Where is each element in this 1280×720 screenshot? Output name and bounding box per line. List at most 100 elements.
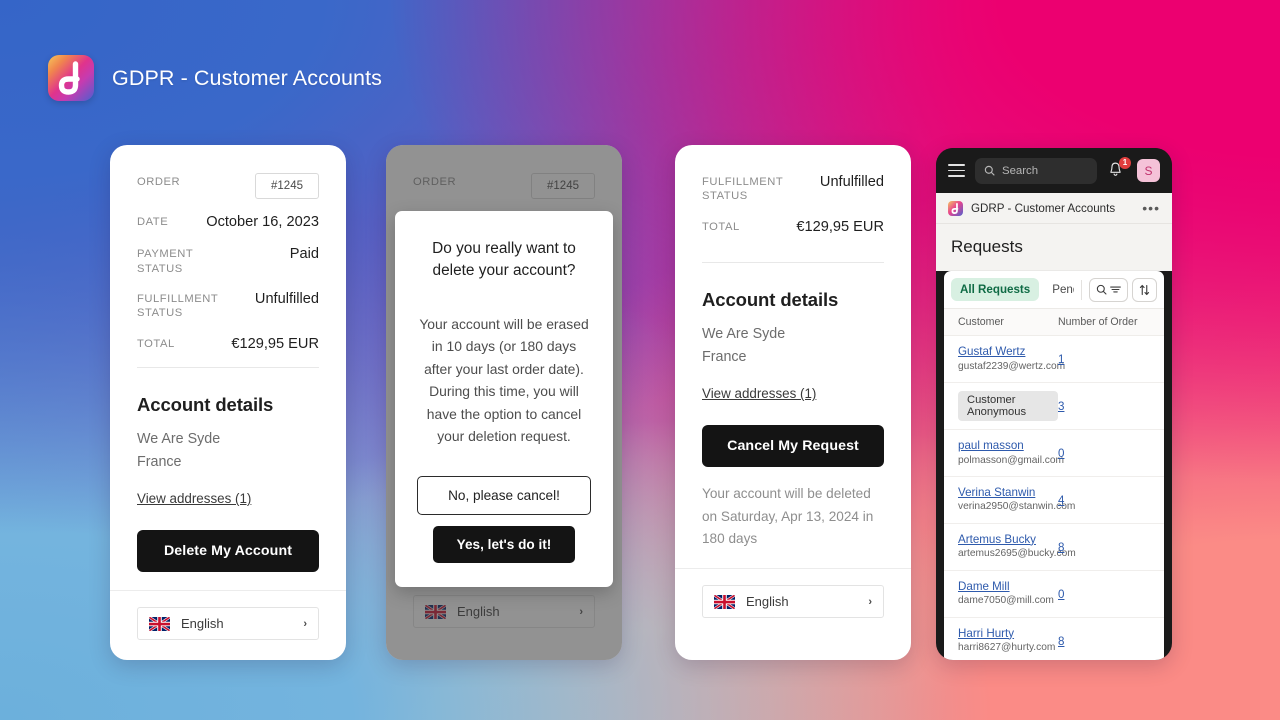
menu-icon[interactable]	[948, 164, 965, 177]
phone-card-admin-dashboard: Search 1 S GDRP - Customer Accounts ••• …	[936, 148, 1172, 660]
order-count-link[interactable]: 3	[1058, 400, 1064, 413]
toolbar-divider	[1081, 279, 1082, 300]
account-details-heading: Account details	[137, 393, 274, 415]
order-row-payment-status: PAYMENT STATUS Paid	[137, 245, 319, 276]
payment-status-value: Paid	[289, 246, 319, 263]
divider-3	[702, 261, 884, 263]
account-details-heading-3: Account details	[702, 288, 839, 310]
language-label: English	[181, 616, 224, 632]
customer-name-link[interactable]: Dame Mill	[958, 579, 1058, 595]
fulfillment-status-label: FULFILLMENT STATUS	[137, 292, 219, 320]
customer-email: artemus2695@bucky.com	[958, 548, 1076, 560]
table-row[interactable]: Artemus Bucky artemus2695@bucky.com 8	[944, 524, 1164, 571]
date-value: October 16, 2023	[206, 214, 319, 230]
table-row[interactable]: Gustaf Wertz gustaf2239@wertz.com 1	[944, 336, 1164, 383]
view-addresses-link-3[interactable]: View addresses (1)	[702, 386, 816, 401]
customer-cell: paul masson polmasson@gmail.com	[958, 438, 1064, 468]
page-header: GDPR - Customer Accounts	[48, 55, 382, 101]
phone-card-delete-confirmation: ORDER #1245 DATE October 16, 2023 Englis…	[386, 145, 622, 660]
divider	[137, 366, 319, 368]
tab-pending[interactable]: Pending	[1043, 278, 1074, 301]
sort-icon	[1139, 284, 1150, 295]
fulfillment-status-value-3: Unfulfilled	[819, 174, 884, 190]
notification-badge: 1	[1119, 156, 1131, 169]
orders-cell: 0	[1058, 585, 1150, 603]
uk-flag-icon	[149, 616, 170, 631]
customer-name-link[interactable]: Harri Hurty	[958, 626, 1058, 642]
order-label: ORDER	[137, 176, 181, 188]
app-name: GDRP - Customer Accounts	[971, 201, 1116, 215]
notifications-button[interactable]: 1	[1107, 156, 1131, 181]
search-input[interactable]: Search	[975, 157, 1097, 184]
modal-title: Do you really want to delete your accoun…	[432, 240, 576, 280]
order-count-link[interactable]: 8	[1058, 635, 1064, 648]
fulfillment-status-label-3: FULFILLMENT STATUS	[702, 176, 784, 203]
total-label-3: TOTAL	[702, 220, 740, 233]
customer-cell: Customer Anonymous	[958, 390, 1058, 421]
order-row-date: DATE October 16, 2023	[137, 213, 319, 231]
table-row[interactable]: Harri Hurty harri8627@hurty.com 8	[944, 618, 1164, 660]
customer-email: gustaf2239@wertz.com	[958, 360, 1066, 372]
customer-email: harri8627@hurty.com	[958, 642, 1056, 654]
tab-all-requests[interactable]: All Requests	[951, 278, 1040, 301]
requests-panel: All Requests Pending	[944, 271, 1164, 660]
customer-name-link[interactable]: Verina Stanwin	[958, 485, 1058, 501]
cancel-my-request-button[interactable]: Cancel My Request	[702, 425, 884, 468]
column-header-customer: Customer	[958, 316, 1004, 328]
order-number-chip[interactable]: #1245	[255, 173, 319, 199]
customer-cell: Dame Mill dame7050@mill.com	[958, 579, 1058, 609]
avatar[interactable]: S	[1137, 159, 1160, 182]
order-count-link[interactable]: 0	[1058, 447, 1064, 460]
customer-name-link[interactable]: paul masson	[958, 438, 1058, 454]
deletion-schedule-note: Your account will be deleted on Saturday…	[702, 486, 874, 547]
phone-card-pending-request: FULFILLMENT STATUS Unfulfilled TOTAL €12…	[675, 145, 911, 660]
language-selector[interactable]: English ›	[137, 607, 319, 641]
customer-cell: Harri Hurty harri8627@hurty.com	[958, 626, 1058, 656]
account-country-3: France	[702, 349, 747, 366]
order-count-link[interactable]: 1	[1058, 353, 1064, 366]
gdpr-app-icon	[948, 200, 963, 216]
order-count-link[interactable]: 8	[1058, 541, 1064, 554]
order-count-link[interactable]: 0	[1058, 588, 1064, 601]
customer-name-link[interactable]: Gustaf Wertz	[958, 344, 1058, 360]
order-row-fulfillment-status: FULFILLMENT STATUS Unfulfilled	[137, 290, 319, 321]
sort-button[interactable]	[1132, 277, 1157, 302]
phone-card-account-overview: ORDER #1245 DATE October 16, 2023 PAYMEN…	[110, 145, 346, 660]
payment-status-label: PAYMENT STATUS	[137, 248, 194, 275]
date-label: DATE	[137, 216, 169, 228]
customer-name-link[interactable]: Artemus Bucky	[958, 532, 1058, 548]
search-filter-button[interactable]	[1089, 277, 1128, 302]
requests-page-title: Requests	[951, 237, 1023, 256]
view-addresses-link[interactable]: View addresses (1)	[137, 491, 251, 506]
order-count-link[interactable]: 4	[1058, 494, 1064, 507]
table-row[interactable]: Customer Anonymous 3	[944, 383, 1164, 430]
table-row[interactable]: paul masson polmasson@gmail.com 0	[944, 430, 1164, 477]
total-label: TOTAL	[137, 337, 175, 350]
table-row[interactable]: Verina Stanwin verina2950@stanwin.com 4	[944, 477, 1164, 524]
search-icon	[984, 165, 995, 176]
modal-cancel-button[interactable]: No, please cancel!	[417, 475, 591, 515]
more-options-icon[interactable]: •••	[1142, 200, 1160, 216]
page-title: GDPR - Customer Accounts	[112, 65, 383, 90]
chevron-right-icon: ›	[868, 595, 872, 608]
order-summary-3: FULFILLMENT STATUS Unfulfilled TOTAL €12…	[675, 145, 911, 550]
table-header-row: Customer Number of Order	[944, 309, 1164, 336]
modal-confirm-button[interactable]: Yes, let's do it!	[432, 525, 576, 563]
uk-flag-icon	[714, 594, 735, 609]
fulfillment-status-value: Unfulfilled	[254, 290, 319, 307]
language-section-3: English ›	[675, 568, 911, 619]
delete-my-account-button[interactable]: Delete My Account	[137, 530, 319, 573]
delete-confirmation-modal: Do you really want to delete your accoun…	[395, 211, 613, 587]
language-selector-3[interactable]: English ›	[702, 585, 884, 619]
orders-cell: 8	[1058, 538, 1150, 556]
order-summary-1: ORDER #1245 DATE October 16, 2023 PAYMEN…	[110, 145, 346, 573]
customer-cell: Verina Stanwin verina2950@stanwin.com	[958, 485, 1075, 515]
account-company-3: We Are Syde	[702, 325, 786, 342]
total-value-3: €129,95 EUR	[796, 218, 884, 235]
requests-header: Requests	[936, 224, 1172, 271]
order-row-order: ORDER #1245	[137, 173, 319, 199]
table-row[interactable]: Dame Mill dame7050@mill.com 0	[944, 571, 1164, 618]
language-section-1: English ›	[110, 590, 346, 641]
orders-cell: 1	[1058, 350, 1150, 368]
chevron-right-icon: ›	[303, 617, 307, 630]
